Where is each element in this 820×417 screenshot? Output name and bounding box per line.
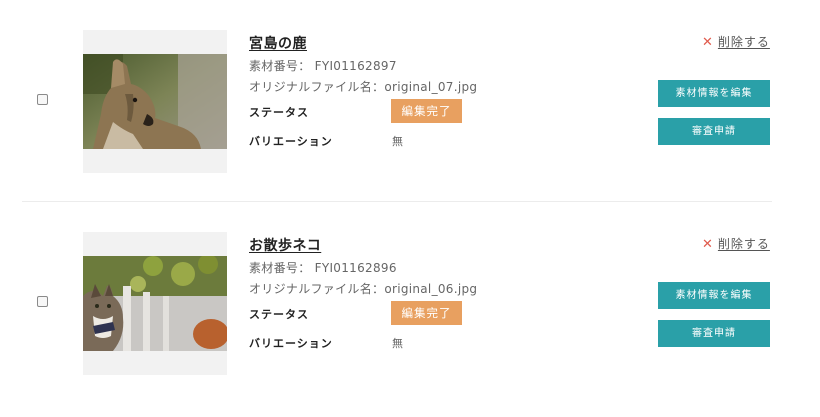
material-item: 宮島の鹿 素材番号： FYI01162897 オリジナルファイル名：origin…	[0, 0, 820, 200]
delete-link[interactable]: ✕ 削除する	[702, 235, 770, 252]
status-label: ステータス	[249, 308, 309, 321]
material-title[interactable]: お散歩ネコ	[249, 235, 321, 255]
review-request-button[interactable]: 審査申請	[658, 118, 770, 145]
edit-info-button[interactable]: 素材情報を編集	[658, 80, 770, 107]
select-checkbox[interactable]	[37, 94, 48, 105]
close-icon: ✕	[702, 35, 714, 50]
variation-label: バリエーション	[249, 337, 333, 350]
cat-photo	[83, 256, 227, 351]
original-filename: オリジナルファイル名：original_07.jpg	[249, 80, 478, 94]
material-number: 素材番号： FYI01162896	[249, 261, 397, 275]
delete-link[interactable]: ✕ 削除する	[702, 33, 770, 50]
edit-info-button[interactable]: 素材情報を編集	[658, 282, 770, 309]
select-checkbox[interactable]	[37, 296, 48, 307]
review-request-button[interactable]: 審査申請	[658, 320, 770, 347]
variation-label: バリエーション	[249, 135, 333, 148]
material-title[interactable]: 宮島の鹿	[249, 33, 307, 53]
status-badge: 編集完了	[391, 301, 462, 325]
thumbnail-frame	[83, 232, 227, 375]
material-number: 素材番号： FYI01162897	[249, 59, 397, 73]
variation-value: 無	[392, 337, 403, 350]
deer-photo	[83, 54, 227, 149]
status-badge: 編集完了	[391, 99, 462, 123]
thumbnail-frame	[83, 30, 227, 173]
status-label: ステータス	[249, 106, 309, 119]
close-icon: ✕	[702, 237, 714, 252]
variation-value: 無	[392, 135, 403, 148]
original-filename: オリジナルファイル名：original_06.jpg	[249, 282, 478, 296]
material-item: お散歩ネコ 素材番号： FYI01162896 オリジナルファイル名：origi…	[0, 202, 820, 402]
